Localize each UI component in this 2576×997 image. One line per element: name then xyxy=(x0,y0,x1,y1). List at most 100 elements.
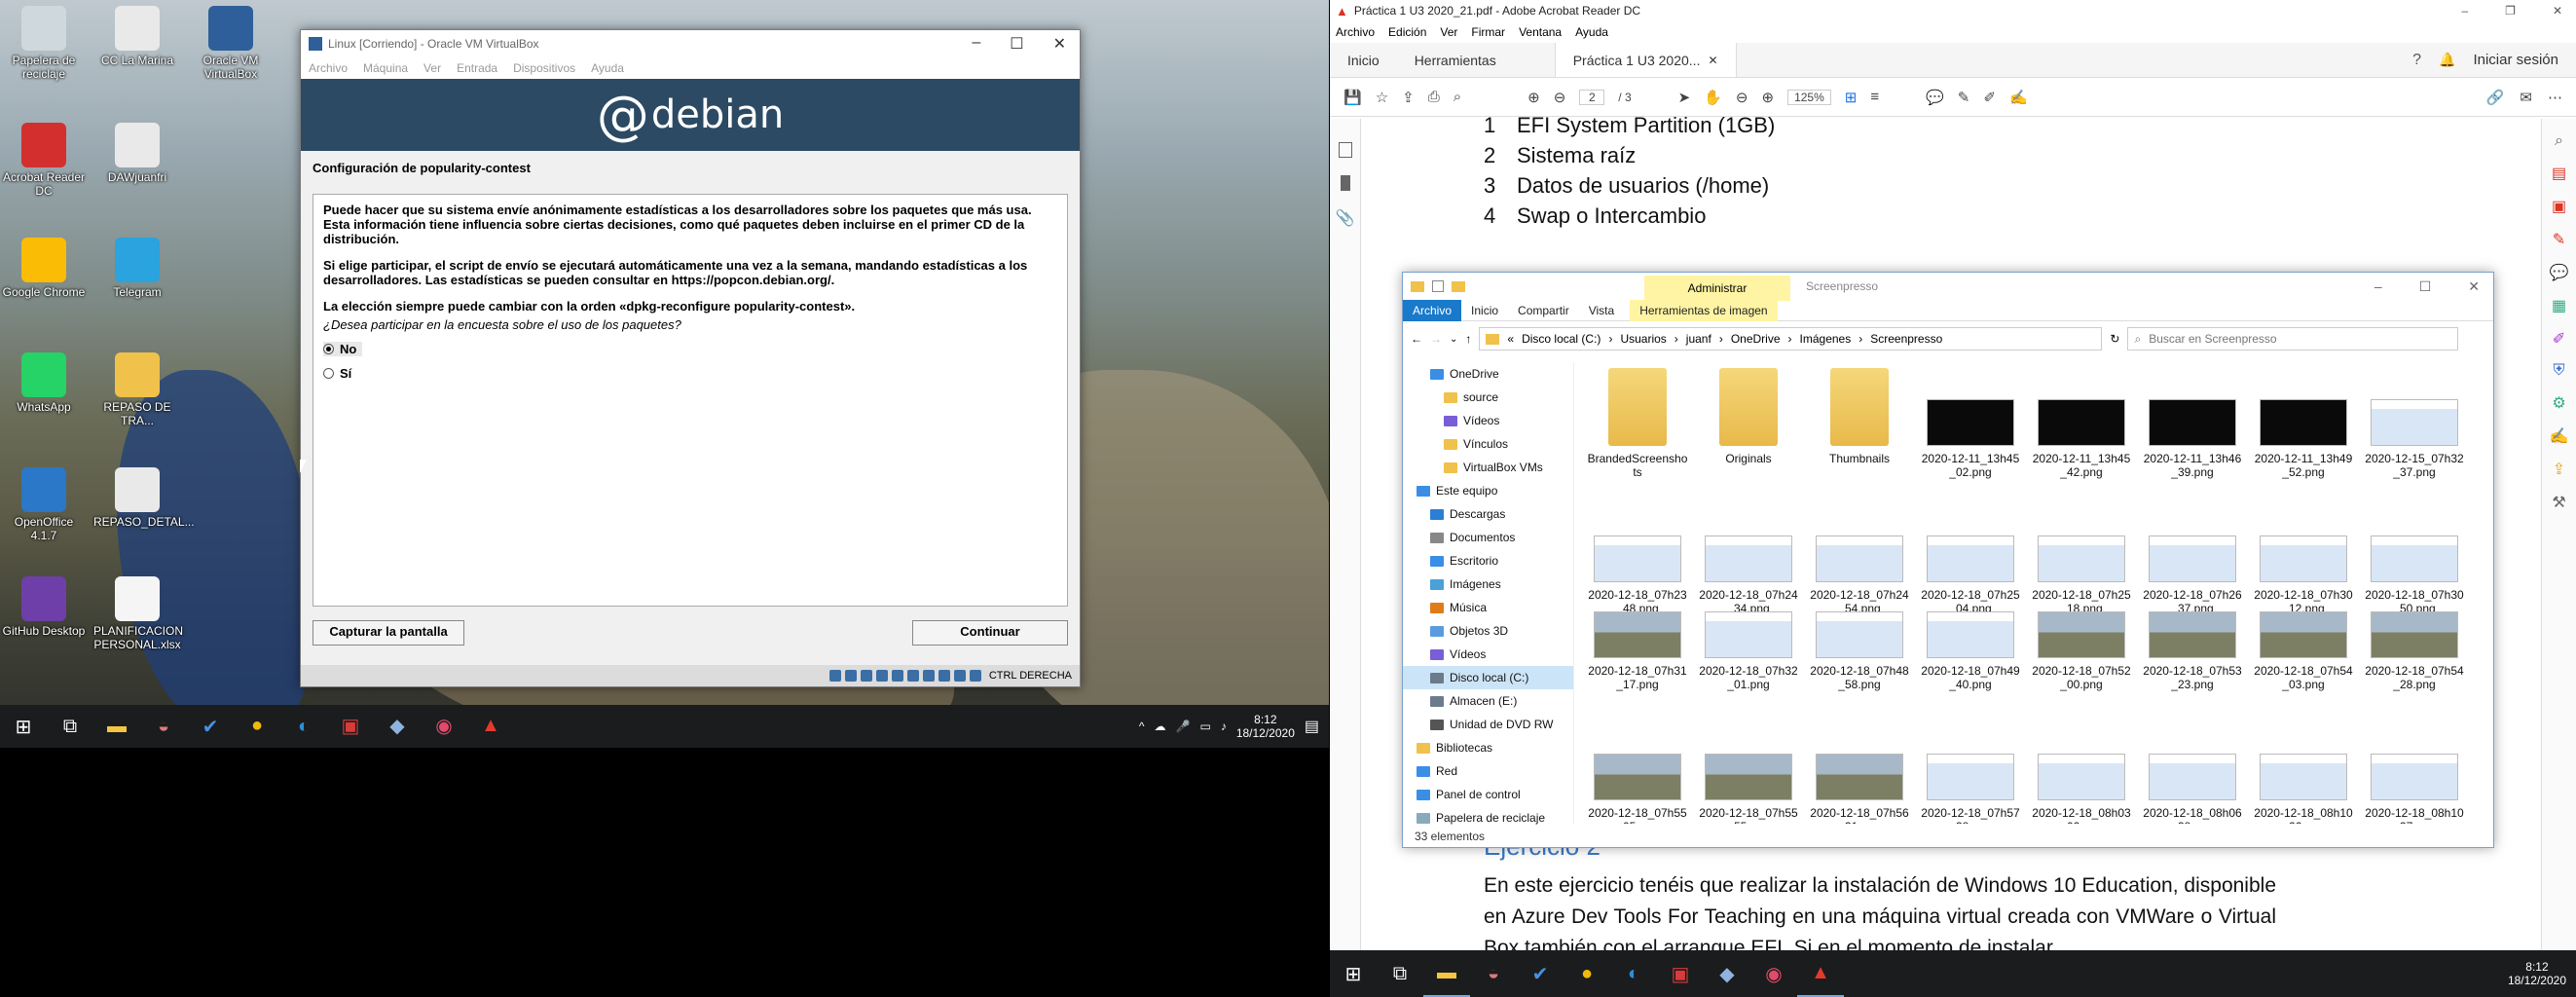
combine-icon[interactable]: ▦ xyxy=(2552,296,2566,315)
vbox-menu-item[interactable]: Máquina xyxy=(363,61,408,75)
file-item[interactable]: 2020-12-18_07h54_28.png xyxy=(2363,611,2466,691)
link-icon[interactable]: 🔗 xyxy=(2486,89,2505,106)
virtualbox-window[interactable]: Linux [Corriendo] - Oracle VM VirtualBox… xyxy=(300,29,1081,687)
nav-item[interactable]: Panel de control xyxy=(1403,783,1573,806)
network-icon[interactable]: ▭ xyxy=(1199,720,1210,733)
breadcrumb-segment[interactable]: Imágenes xyxy=(1800,332,1852,346)
context-tab-administrar[interactable]: Administrar xyxy=(1644,276,1790,301)
maximize-icon[interactable]: ☐ xyxy=(1010,34,1023,54)
breadcrumb-separator-icon[interactable]: › xyxy=(1719,332,1723,346)
bell-icon[interactable]: 🔔 xyxy=(2439,52,2455,68)
help-icon[interactable]: ? xyxy=(2412,52,2421,69)
nav-item[interactable]: Escritorio xyxy=(1403,549,1573,572)
task-view-icon[interactable]: ⧉ xyxy=(1377,950,1423,997)
acrobat-menu-item[interactable]: Firmar xyxy=(1471,25,1505,39)
acrobat-menu-item[interactable]: Archivo xyxy=(1336,25,1375,39)
search-icon[interactable]: ⌕ xyxy=(2555,132,2563,150)
comment-tool-icon[interactable]: 💬 xyxy=(2550,263,2569,282)
nav-item[interactable]: OneDrive xyxy=(1403,362,1573,386)
presentation-icon[interactable]: ▣ xyxy=(1657,950,1704,997)
address-breadcrumb[interactable]: « Disco local (C:) › Usuarios › juanf › OneDri… xyxy=(1479,327,2103,351)
file-item[interactable]: 2020-12-18_07h26_37.png xyxy=(2141,535,2244,615)
file-item[interactable]: 2020-12-11_13h49_52.png xyxy=(2252,399,2355,479)
file-item[interactable]: 2020-12-11_13h45_02.png xyxy=(1919,399,2022,479)
page-down-icon[interactable]: ⊖ xyxy=(1554,89,1566,106)
ribbon-tab[interactable]: Herramientas de imagen xyxy=(1630,299,1778,321)
file-item[interactable]: 2020-12-18_07h31_17.png xyxy=(1586,611,1689,691)
desktop-shortcut[interactable]: Acrobat Reader DC xyxy=(0,123,88,199)
zoom-out-icon[interactable]: ⊖ xyxy=(1736,89,1748,106)
breadcrumb-segment[interactable]: Screenpresso xyxy=(1870,332,1942,346)
quick-access-folder-icon[interactable] xyxy=(1411,280,1424,292)
protect-icon[interactable]: ⛨ xyxy=(2553,362,2564,380)
acrobat-titlebar[interactable]: ▲ Práctica 1 U3 2020_21.pdf - Adobe Acro… xyxy=(1330,0,2576,21)
file-item[interactable]: 2020-12-11_13h45_42.png xyxy=(2030,399,2133,479)
bookmarks-icon[interactable] xyxy=(1340,175,1350,191)
desktop-shortcut[interactable]: Oracle VM VirtualBox xyxy=(187,6,275,82)
nav-item[interactable]: Unidad de DVD RW xyxy=(1403,713,1573,736)
nav-item[interactable]: Vídeos xyxy=(1403,409,1573,432)
breadcrumb-separator-icon[interactable]: › xyxy=(1674,332,1678,346)
file-item[interactable]: 2020-12-18_07h55_05.png xyxy=(1586,754,1689,824)
screen-recorder-icon[interactable]: ◉ xyxy=(421,703,467,748)
upload-icon[interactable]: ⇪ xyxy=(1402,89,1415,106)
vbox-menu-item[interactable]: Ver xyxy=(423,61,441,75)
forward-icon[interactable]: → xyxy=(1430,332,1442,346)
mouse-icon[interactable] xyxy=(953,670,966,682)
nav-item[interactable]: Música xyxy=(1403,596,1573,619)
print-icon[interactable]: ⎙ xyxy=(1428,89,1440,105)
ribbon-tab[interactable]: Archivo xyxy=(1403,299,1462,321)
file-item[interactable]: 2020-12-18_07h57_38.png xyxy=(1919,754,2022,824)
desktop-shortcut[interactable]: DAWjuanfri xyxy=(93,123,181,185)
nav-item[interactable]: Vínculos xyxy=(1403,432,1573,456)
nav-item[interactable]: Bibliotecas xyxy=(1403,736,1573,759)
minimize-icon[interactable]: – xyxy=(2374,278,2382,295)
virtualbox-icon[interactable]: ◆ xyxy=(1704,950,1750,997)
close-tab-icon[interactable]: ✕ xyxy=(1708,54,1717,67)
file-item[interactable]: 2020-12-18_07h23_48.png xyxy=(1586,535,1689,615)
recent-locations-icon[interactable]: ⌄ xyxy=(1450,334,1457,345)
recording-icon[interactable] xyxy=(938,670,950,682)
acrobat-menu-item[interactable]: Ventana xyxy=(1519,25,1562,39)
nav-item[interactable]: Imágenes xyxy=(1403,572,1573,596)
optical-icon[interactable] xyxy=(844,670,857,682)
file-item[interactable]: 2020-12-18_07h24_54.png xyxy=(1808,535,1911,615)
desktop-shortcut[interactable]: Papelera de reciclaje xyxy=(0,6,88,82)
back-icon[interactable]: ← xyxy=(1411,332,1422,346)
optimize-icon[interactable]: ⚙ xyxy=(2552,393,2565,413)
file-item[interactable]: 2020-12-11_13h46_39.png xyxy=(2141,399,2244,479)
folder-item[interactable]: BrandedScreenshots xyxy=(1586,368,1689,479)
minimize-icon[interactable]: – xyxy=(972,34,980,54)
file-item[interactable]: 2020-12-18_08h10_26.png xyxy=(2252,754,2355,824)
microphone-icon[interactable]: 🎤 xyxy=(1176,720,1191,733)
nav-item[interactable]: Descargas xyxy=(1403,502,1573,526)
search-icon[interactable]: ⌕ xyxy=(1454,89,1461,105)
new-folder-icon[interactable] xyxy=(1452,280,1465,292)
export-pdf-icon[interactable]: ▤ xyxy=(2552,164,2566,183)
presentation-icon[interactable]: ▣ xyxy=(327,703,374,748)
file-item[interactable]: 2020-12-18_07h25_04.png xyxy=(1919,535,2022,615)
file-item[interactable]: 2020-12-15_07h32_37.png xyxy=(2363,399,2466,479)
maximize-icon[interactable]: ☐ xyxy=(2419,278,2432,295)
desktop-shortcut[interactable]: WhatsApp xyxy=(0,352,88,415)
acrobat-icon[interactable]: ▲ xyxy=(467,703,514,748)
page-number-input[interactable]: 2 xyxy=(1579,89,1605,105)
start-icon[interactable]: ⊞ xyxy=(1330,950,1377,997)
sign-in-button[interactable]: Iniciar sesión xyxy=(2473,52,2558,68)
draw-icon[interactable]: ✐ xyxy=(1983,89,1996,106)
tab-inicio[interactable]: Inicio xyxy=(1330,43,1397,77)
save-icon[interactable]: 💾 xyxy=(1343,89,1362,106)
create-pdf-icon[interactable]: ▣ xyxy=(2552,197,2566,216)
nav-item[interactable]: Documentos xyxy=(1403,526,1573,549)
more-icon[interactable]: ⋯ xyxy=(2548,89,2562,106)
desktop-shortcut[interactable]: Google Chrome xyxy=(0,238,88,300)
highlight-icon[interactable]: ✎ xyxy=(1958,89,1970,106)
vbox-menu-item[interactable]: Entrada xyxy=(457,61,497,75)
refresh-icon[interactable]: ↻ xyxy=(2110,332,2119,346)
edge-icon[interactable]: ◐ xyxy=(1610,950,1657,997)
select-cursor-icon[interactable]: ➤ xyxy=(1678,89,1691,106)
file-item[interactable]: 2020-12-18_07h48_58.png xyxy=(1808,611,1911,691)
notifications-icon[interactable]: ▤ xyxy=(1305,717,1319,736)
nav-item[interactable]: Vídeos xyxy=(1403,643,1573,666)
todo-icon[interactable]: ✔ xyxy=(1517,950,1564,997)
